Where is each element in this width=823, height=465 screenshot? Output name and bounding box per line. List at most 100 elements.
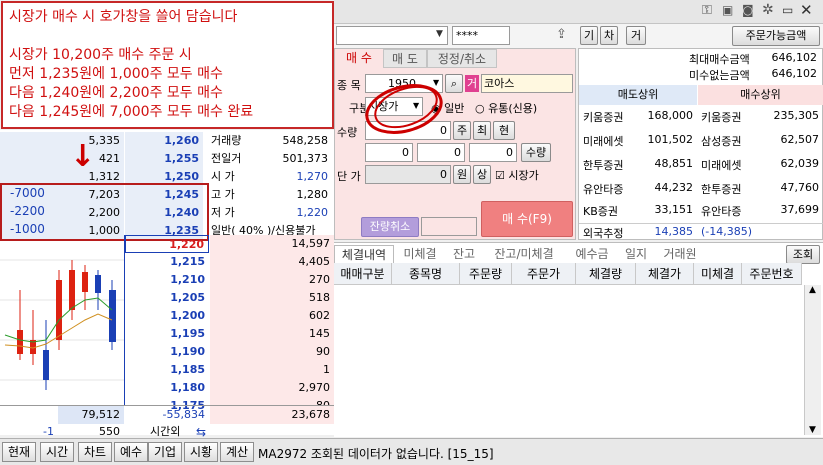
bid-row[interactable]: 1,220 14,597 bbox=[0, 235, 334, 253]
ask-price[interactable]: 1,260 bbox=[125, 132, 203, 150]
info-label: 전일거 bbox=[211, 152, 242, 165]
hyeon-button[interactable]: 현 bbox=[493, 121, 515, 140]
bid-qty: 14,597 bbox=[210, 235, 334, 253]
scroll-icon[interactable]: ⇪ bbox=[556, 27, 567, 42]
status-button-time[interactable]: 시간 bbox=[40, 442, 74, 462]
tab-sell[interactable]: 매 도 bbox=[383, 49, 427, 68]
tab-deposit[interactable]: 예수금 bbox=[566, 245, 618, 264]
bid-row[interactable]: 1,215 4,405 bbox=[0, 253, 334, 271]
ask-price[interactable]: 1,255 bbox=[125, 150, 203, 168]
highlight-mark: -1000 bbox=[10, 222, 45, 236]
scroll-up-icon[interactable]: ▲ bbox=[809, 285, 816, 295]
right-panel: 최대매수금액 646,102 미수없는금액 646,102 매도상위 매수상위 … bbox=[578, 48, 823, 240]
info-value: 548,258 bbox=[282, 134, 329, 147]
ask-qty: 421 bbox=[0, 150, 124, 168]
status-button-company[interactable]: 기업 bbox=[148, 442, 182, 462]
tab-filled[interactable]: 체결내역 bbox=[334, 245, 394, 264]
tab-buy[interactable]: 매 수 bbox=[335, 49, 383, 68]
market-price-checkbox[interactable]: ☑ 시장가 bbox=[495, 167, 539, 183]
qty-split-1[interactable]: 0 bbox=[365, 143, 413, 162]
max-buy-label: 최대매수금액 bbox=[689, 53, 750, 66]
bid-row[interactable]: 1,205 518 bbox=[0, 289, 334, 307]
tab-journal[interactable]: 일지 bbox=[618, 245, 654, 264]
query-button[interactable]: 조회 bbox=[786, 245, 820, 264]
qty-split-2[interactable]: 0 bbox=[417, 143, 465, 162]
gear-icon[interactable]: ✲ bbox=[762, 2, 774, 18]
total-ask: 79,512 bbox=[58, 406, 124, 424]
bid-price[interactable]: 1,215 bbox=[125, 253, 209, 271]
password-input[interactable]: **** bbox=[452, 26, 510, 45]
tab-broker[interactable]: 거래원 bbox=[654, 245, 706, 264]
broker-row: 키움증권 168,000 키움증권 235,305 bbox=[579, 109, 823, 131]
bid-price[interactable]: 1,210 bbox=[125, 271, 209, 289]
status-button-market[interactable]: 시황 bbox=[184, 442, 218, 462]
broker-name: 유안타증 bbox=[583, 183, 624, 196]
highlight-mark: -7000 bbox=[10, 186, 45, 200]
cancel-remain-button[interactable]: 잔량취소 bbox=[361, 217, 419, 237]
order-panel: 매 수 매 도 정정/취소 종 목 1950 ▼ ⌕ 거 코아스 구분 시장가 … bbox=[334, 48, 576, 240]
code-label: 종 목 bbox=[337, 79, 361, 92]
col-order-qty: 주문량 bbox=[460, 263, 512, 285]
bid-price[interactable]: 1,205 bbox=[125, 289, 209, 307]
info-value: 1,270 bbox=[296, 170, 329, 183]
qty-split-3[interactable]: 0 bbox=[469, 143, 517, 162]
price-input[interactable]: 0 bbox=[365, 165, 451, 184]
cancel-remain-field[interactable] bbox=[421, 217, 477, 236]
account-select[interactable] bbox=[336, 26, 448, 45]
choe-button[interactable]: 최 bbox=[473, 121, 491, 140]
annotation-line bbox=[9, 27, 326, 46]
bid-row[interactable]: 1,180 2,970 bbox=[0, 379, 334, 397]
key-icon[interactable]: ⚿ bbox=[702, 3, 712, 18]
bid-row[interactable]: 1,195 145 bbox=[0, 325, 334, 343]
bid-qty: 4,405 bbox=[210, 253, 334, 271]
col-unfilled: 미체결 bbox=[694, 263, 742, 285]
ask-row[interactable]: 5,335 1,260 거래량 548,258 bbox=[0, 132, 334, 150]
geo-button[interactable]: 거 bbox=[626, 26, 646, 45]
ask-qty: 5,335 bbox=[0, 132, 124, 150]
broker-name: KB증권 bbox=[583, 205, 618, 218]
tab-modify[interactable]: 정정/취소 bbox=[427, 49, 497, 68]
status-button-deposit[interactable]: 예수 bbox=[114, 442, 148, 462]
ju-button[interactable]: 주 bbox=[453, 121, 471, 140]
broker-value: 37,699 bbox=[780, 203, 820, 216]
ask-row[interactable]: 421 1,255 전일거 501,373 bbox=[0, 150, 334, 168]
camera-icon[interactable]: ◙ bbox=[742, 3, 754, 17]
gi-button[interactable]: 기 bbox=[580, 26, 598, 45]
bid-row[interactable]: 1,190 90 bbox=[0, 343, 334, 361]
bid-price[interactable]: 1,200 bbox=[125, 307, 209, 325]
broker-name: 미래에셋 bbox=[701, 159, 742, 172]
bid-row[interactable]: 1,210 270 bbox=[0, 271, 334, 289]
status-button-calc[interactable]: 계산 bbox=[220, 442, 254, 462]
bid-price[interactable]: 1,195 bbox=[125, 325, 209, 343]
buy-top-header: 매수상위 bbox=[698, 85, 823, 105]
bid-row[interactable]: 1,185 1 bbox=[0, 361, 334, 379]
tab-balance-unfilled[interactable]: 잔고/미체결 bbox=[482, 245, 566, 264]
price-label: 단 가 bbox=[337, 170, 361, 183]
broker-name: 키움증권 bbox=[583, 111, 624, 124]
memo-icon[interactable]: ▣ bbox=[722, 3, 733, 17]
bid-price[interactable]: 1,185 bbox=[125, 361, 209, 379]
minimize-icon[interactable]: ▭ bbox=[782, 3, 793, 17]
broker-row: 미래에셋 101,502 삼성증권 62,507 bbox=[579, 133, 823, 155]
broker-row: 한투증권 48,851 미래에셋 62,039 bbox=[579, 157, 823, 179]
bid-price[interactable]: 1,220 bbox=[125, 235, 209, 253]
bid-row[interactable]: 1,200 602 bbox=[0, 307, 334, 325]
cha-button[interactable]: 차 bbox=[600, 26, 618, 45]
radio-credit[interactable]: ○ 유통(신용) bbox=[475, 100, 537, 116]
close-icon[interactable]: ✕ bbox=[800, 1, 813, 19]
order-available-button[interactable]: 주문가능금액 bbox=[732, 26, 820, 46]
bid-price[interactable]: 1,180 bbox=[125, 379, 209, 397]
tab-balance[interactable]: 잔고 bbox=[446, 245, 482, 264]
bid-price[interactable]: 1,190 bbox=[125, 343, 209, 361]
scroll-down-icon[interactable]: ▼ bbox=[809, 425, 816, 435]
buy-button[interactable]: 매 수(F9) bbox=[481, 201, 573, 237]
status-button-current[interactable]: 현재 bbox=[2, 442, 36, 462]
col-filled-price: 체결가 bbox=[636, 263, 694, 285]
won-button[interactable]: 원 bbox=[453, 165, 471, 184]
sang-button[interactable]: 상 bbox=[473, 165, 491, 184]
qty-button[interactable]: 수량 bbox=[521, 143, 551, 162]
chevron-down-icon[interactable]: ▼ bbox=[436, 29, 443, 39]
vertical-scrollbar[interactable]: ▲ ▼ bbox=[804, 285, 821, 435]
tab-unfilled[interactable]: 미체결 bbox=[394, 245, 446, 264]
status-button-chart[interactable]: 차트 bbox=[78, 442, 112, 462]
